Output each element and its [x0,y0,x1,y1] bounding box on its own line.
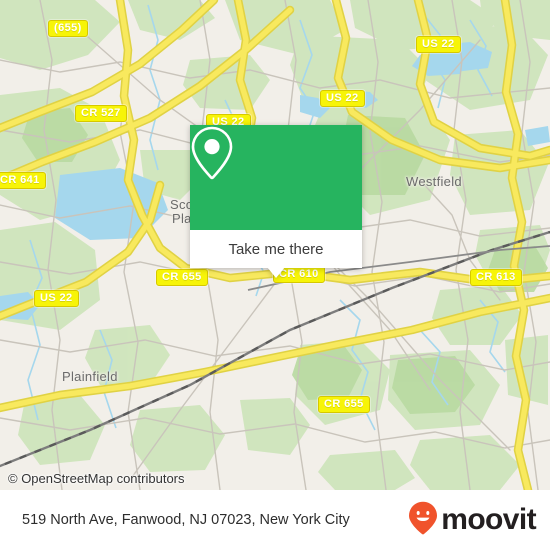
popup-card-header [190,125,362,230]
road-shield-cr-527[interactable]: CR 527 [75,105,127,122]
road-shield-us-22-north[interactable]: US 22 [416,36,461,53]
moovit-logo[interactable]: moovit [408,501,537,540]
place-label-plainfield: Plainfield [62,369,118,384]
map-canvas[interactable]: Westfield Plainfield Scotch Plains (655)… [0,0,550,490]
popup-card-tail [267,267,285,278]
road-shield-us-22-mid[interactable]: US 22 [320,90,365,107]
osm-attribution[interactable]: © OpenStreetMap contributors [8,471,185,486]
road-shield-cr-613[interactable]: CR 613 [470,269,522,286]
bottom-info-bar: 519 North Ave, Fanwood, NJ 07023, New Yo… [0,490,550,550]
road-shield-us-22-west[interactable]: US 22 [34,290,79,307]
road-shield-cr-641[interactable]: CR 641 [0,172,46,189]
road-shield-cr-655-center[interactable]: CR 655 [156,269,208,286]
take-me-there-label: Take me there [228,240,324,258]
address-text: 519 North Ave, Fanwood, NJ 07023, New Yo… [22,512,350,528]
road-shield-655[interactable]: (655) [48,20,88,37]
popup-card-footer[interactable]: Take me there [190,230,362,278]
road-shield-cr-655-south[interactable]: CR 655 [318,396,370,413]
place-label-westfield: Westfield [406,174,462,189]
location-popup-card[interactable]: Take me there [190,125,362,278]
moovit-smiley-pin-icon [408,501,438,540]
moovit-wordmark: moovit [441,503,536,536]
map-screenshot-root: Westfield Plainfield Scotch Plains (655)… [0,0,550,550]
